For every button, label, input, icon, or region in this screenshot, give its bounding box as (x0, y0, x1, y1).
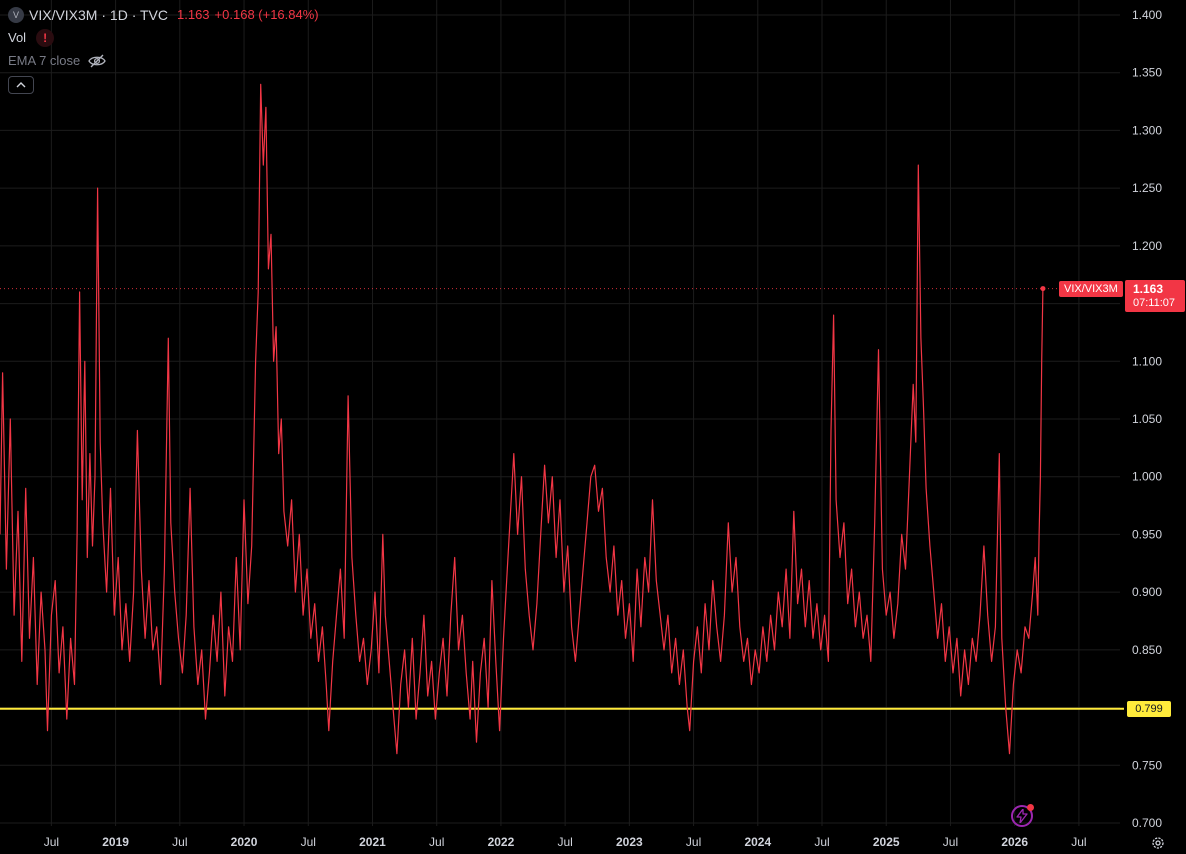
x-axis[interactable]: Jul 2019 Jul 2020 Jul 2021 Jul 2022 Jul 2023 Jul 20… (44, 835, 1087, 849)
y-tick-label: 1.050 (1132, 412, 1162, 426)
y-tick-label: 0.700 (1132, 816, 1162, 830)
x-tick-label: Jul (44, 835, 59, 849)
last-price-value: 1.163 (177, 7, 210, 22)
volume-row[interactable]: Vol ! (8, 28, 319, 48)
x-tick-label: 2023 (616, 835, 643, 849)
gear-icon (1152, 837, 1164, 849)
chart-legend: V VIX/VIX3M · 1D · TVC 1.163 +0.168 (+16… (8, 5, 319, 97)
x-tick-label: Jul (1071, 835, 1086, 849)
chevron-up-icon (16, 82, 26, 88)
y-tick-label: 1.000 (1132, 470, 1162, 484)
last-price-badge-value: 1.163 (1133, 282, 1164, 296)
y-tick-label: 1.250 (1132, 181, 1162, 195)
x-tick-label: 2025 (873, 835, 900, 849)
y-tick-label: 1.100 (1132, 354, 1162, 368)
y-tick-label: 1.350 (1132, 66, 1162, 80)
y-tick-label: 0.950 (1132, 527, 1162, 541)
x-tick-label: 2022 (488, 835, 515, 849)
x-tick-label: Jul (943, 835, 958, 849)
notification-dot (1027, 804, 1034, 811)
volume-label[interactable]: Vol (8, 29, 26, 47)
warning-icon[interactable]: ! (36, 29, 55, 47)
grid (0, 0, 1120, 826)
price-change: +0.168 (+16.84%) (214, 7, 319, 22)
y-tick-label: 0.850 (1132, 643, 1162, 657)
y-tick-label: 0.900 (1132, 585, 1162, 599)
x-tick-label: Jul (301, 835, 316, 849)
ema-row[interactable]: EMA 7 close (8, 51, 319, 71)
series-name-tag: VIX/VIX3M (1059, 281, 1123, 297)
level-price-badge: 0.799 (1127, 701, 1171, 717)
lightning-button[interactable] (1011, 804, 1034, 827)
x-tick-label: 2019 (102, 835, 129, 849)
collapse-legend-button[interactable] (8, 76, 34, 94)
x-tick-label: Jul (686, 835, 701, 849)
x-tick-label: Jul (557, 835, 572, 849)
x-tick-label: Jul (814, 835, 829, 849)
x-tick-label: 2021 (359, 835, 386, 849)
x-tick-label: Jul (172, 835, 187, 849)
bar-countdown: 07:11:07 (1133, 297, 1176, 309)
ema-label[interactable]: EMA 7 close (8, 52, 80, 70)
symbol-title[interactable]: VIX/VIX3M · 1D · TVC (29, 6, 168, 24)
collapse-row (8, 74, 319, 94)
lightning-icon (1016, 809, 1028, 823)
eye-hidden-icon[interactable] (88, 54, 107, 68)
x-tick-label: 2026 (1001, 835, 1028, 849)
chart-settings-button[interactable] (1150, 835, 1166, 851)
x-tick-label: 2024 (744, 835, 771, 849)
symbol-logo: V (8, 7, 24, 23)
y-tick-label: 1.200 (1132, 239, 1162, 253)
last-point-marker (1040, 286, 1046, 292)
symbol-row[interactable]: V VIX/VIX3M · 1D · TVC 1.163 +0.168 (+16… (8, 5, 319, 25)
y-tick-label: 0.750 (1132, 758, 1162, 772)
y-tick-label: 1.400 (1132, 8, 1162, 22)
price-chart[interactable]: 0.7000.7500.8000.8500.9000.9501.0001.050… (0, 0, 1186, 854)
x-tick-label: 2020 (231, 835, 258, 849)
x-tick-label: Jul (429, 835, 444, 849)
last-price-badge: 1.163 07:11:07 (1125, 280, 1185, 312)
y-tick-label: 1.300 (1132, 123, 1162, 137)
